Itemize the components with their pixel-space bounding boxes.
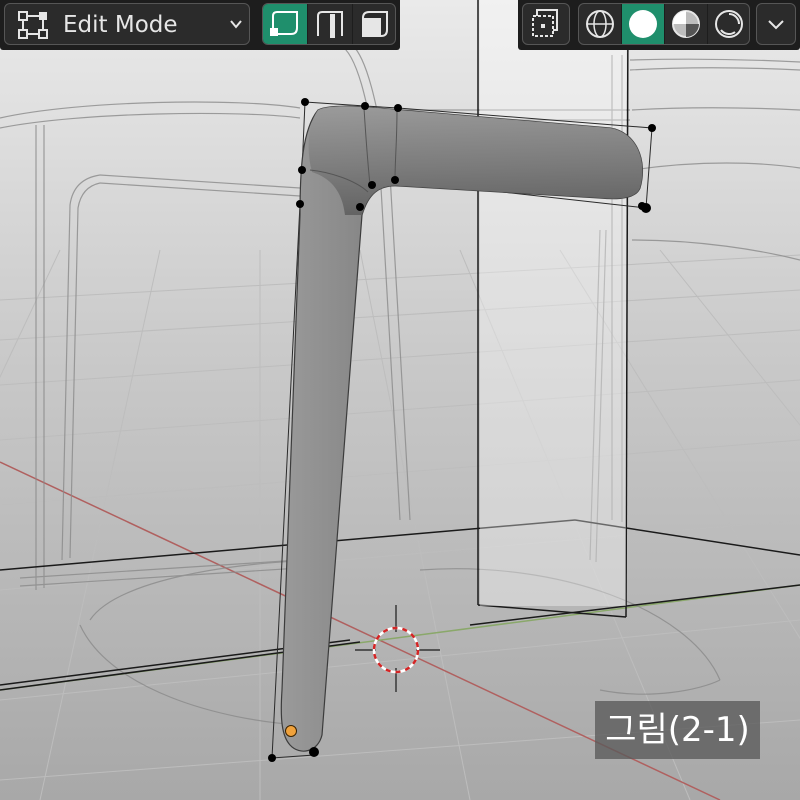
- viewport-shading-group: [578, 3, 750, 45]
- vertex-select-button[interactable]: [263, 4, 307, 44]
- xray-toggle-button[interactable]: [522, 3, 570, 45]
- shading-options-dropdown[interactable]: [756, 3, 796, 45]
- wireframe-shading-icon: [586, 10, 614, 38]
- wireframe-shading-button[interactable]: [579, 4, 621, 44]
- solid-shading-icon: [629, 10, 657, 38]
- solid-shading-button[interactable]: [622, 4, 664, 44]
- face-select-button[interactable]: [353, 4, 395, 44]
- header-right-toolbar: [518, 0, 800, 50]
- rendered-shading-button[interactable]: [708, 4, 749, 44]
- figure-caption: 그림(2-1): [595, 701, 760, 759]
- select-mode-group: [262, 3, 396, 45]
- face-select-icon: [362, 11, 388, 37]
- material-preview-button[interactable]: [665, 4, 707, 44]
- xray-icon: [532, 9, 558, 37]
- vertex-select-icon: [270, 11, 298, 36]
- mode-selector-label: Edit Mode: [63, 12, 178, 38]
- viewport-scene[interactable]: [0, 0, 800, 800]
- mode-selector-dropdown[interactable]: Edit Mode: [4, 3, 250, 45]
- edit-mode-icon: [18, 11, 48, 39]
- chevron-down-icon: [768, 20, 784, 30]
- material-preview-icon: [672, 10, 700, 38]
- selected-vertex[interactable]: [285, 725, 297, 737]
- edge-select-button[interactable]: [308, 4, 352, 44]
- edge-select-icon: [317, 11, 343, 38]
- reference-box-face: [480, 0, 626, 606]
- rendered-shading-icon: [715, 10, 743, 38]
- header-left-toolbar: Edit Mode: [0, 0, 400, 50]
- chevron-down-icon: [230, 20, 242, 29]
- 3d-viewport[interactable]: Edit Mode 그림(2-1): [0, 0, 800, 800]
